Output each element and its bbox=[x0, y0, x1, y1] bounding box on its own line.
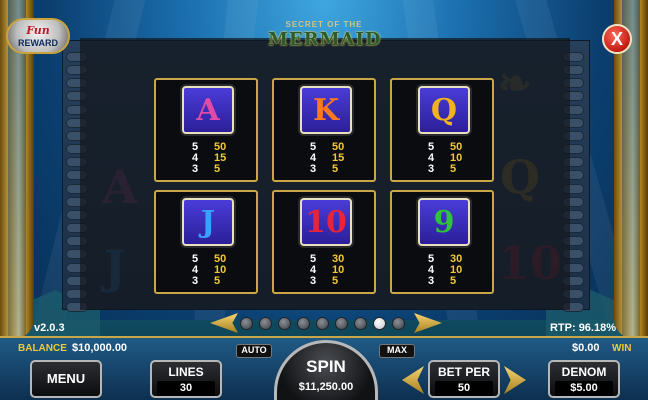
paytable-card: Q 5 50 4 10 3 5 bbox=[390, 78, 494, 182]
next-page-arrow-icon[interactable] bbox=[414, 313, 442, 333]
balance-label: BALANCE bbox=[18, 343, 67, 354]
payout-row: 35 bbox=[192, 276, 226, 287]
symbol-tile: K bbox=[300, 86, 352, 134]
page-dot[interactable] bbox=[297, 317, 310, 330]
lines-button[interactable]: LINES 30 bbox=[150, 360, 222, 398]
denomination-button[interactable]: DENOM $5.00 bbox=[548, 360, 620, 398]
page-dot[interactable] bbox=[316, 317, 329, 330]
payout-row: 35 bbox=[428, 164, 462, 175]
payout-amount: 5 bbox=[214, 275, 221, 287]
close-button[interactable]: X bbox=[602, 24, 632, 54]
auto-button[interactable]: AUTO bbox=[236, 344, 272, 358]
page-dot[interactable] bbox=[335, 317, 348, 330]
payout-table: 5 50 4 15 3 5 bbox=[192, 142, 226, 175]
payout-count: 3 bbox=[192, 163, 199, 175]
symbol-tile: A bbox=[182, 86, 234, 134]
paytable-pager bbox=[210, 313, 442, 333]
payout-count: 3 bbox=[310, 275, 317, 287]
page-dot[interactable] bbox=[392, 317, 405, 330]
payout-table: 5 50 4 10 3 5 bbox=[192, 254, 226, 287]
symbol-tile: J bbox=[182, 198, 234, 246]
page-dot[interactable] bbox=[259, 317, 272, 330]
game-logo-subtitle: SECRET OF THE bbox=[285, 20, 363, 29]
previous-page-arrow-icon[interactable] bbox=[210, 313, 238, 333]
rtp-label: RTP: 96.18% bbox=[549, 322, 616, 334]
win-label: WIN bbox=[612, 343, 632, 354]
paytable-card: A 5 50 4 15 3 5 bbox=[154, 78, 258, 182]
payout-table: 5 30 4 10 3 5 bbox=[310, 254, 344, 287]
symbol-label: J bbox=[200, 204, 216, 240]
balance-value: $10,000.00 bbox=[72, 342, 128, 354]
rewards-logo-subtext: REWARD bbox=[18, 38, 58, 48]
game-logo-title: MERMAID bbox=[268, 29, 382, 50]
symbol-label: Q bbox=[430, 92, 458, 128]
payout-amount: 5 bbox=[332, 163, 339, 175]
symbol-tile: 10 bbox=[300, 198, 352, 246]
win-value: $0.00 bbox=[572, 342, 600, 354]
payout-row: 35 bbox=[428, 276, 462, 287]
symbol-label: A bbox=[196, 92, 220, 128]
lines-value: 30 bbox=[157, 381, 215, 396]
paytable-card: K 5 50 4 15 3 5 bbox=[272, 78, 376, 182]
payout-amount: 5 bbox=[450, 275, 457, 287]
payout-amount: 5 bbox=[450, 163, 457, 175]
payout-table: 5 50 4 15 3 5 bbox=[310, 142, 344, 175]
symbol-label: 9 bbox=[433, 204, 455, 240]
payout-row: 35 bbox=[310, 276, 344, 287]
denom-label: DENOM bbox=[561, 365, 607, 379]
payout-row: 35 bbox=[192, 164, 226, 175]
page-dot[interactable] bbox=[278, 317, 291, 330]
bet-per-line-button[interactable]: BET PER 50 bbox=[428, 360, 500, 398]
payout-count: 3 bbox=[192, 275, 199, 287]
payout-amount: 5 bbox=[214, 163, 221, 175]
rewards-logo-text: Fun bbox=[26, 24, 50, 37]
payout-count: 3 bbox=[310, 163, 317, 175]
symbol-label: 10 bbox=[305, 204, 347, 240]
symbol-tile: 9 bbox=[418, 198, 470, 246]
bet-per-value: 50 bbox=[435, 381, 493, 396]
denom-value: $5.00 bbox=[555, 381, 613, 396]
bet-per-label: BET PER bbox=[437, 365, 490, 379]
spin-label: SPIN bbox=[306, 357, 346, 376]
max-bet-button[interactable]: MAX bbox=[379, 344, 415, 358]
payout-count: 3 bbox=[428, 275, 435, 287]
page-indicator-dots bbox=[240, 317, 405, 330]
page-dot[interactable] bbox=[240, 317, 253, 330]
symbol-tile: Q bbox=[418, 86, 470, 134]
paytable-card: 10 5 30 4 10 3 5 bbox=[272, 190, 376, 294]
payout-count: 3 bbox=[428, 163, 435, 175]
rewards-logo: Fun REWARD bbox=[6, 18, 70, 54]
payout-table: 5 30 4 10 3 5 bbox=[428, 254, 462, 287]
paytable-card: J 5 50 4 10 3 5 bbox=[154, 190, 258, 294]
payout-table: 5 50 4 10 3 5 bbox=[428, 142, 462, 175]
lines-label: LINES bbox=[168, 365, 204, 379]
payout-amount: 5 bbox=[332, 275, 339, 287]
payout-row: 35 bbox=[310, 164, 344, 175]
paytable-card: 9 5 30 4 10 3 5 bbox=[390, 190, 494, 294]
version-label: v2.0.3 bbox=[34, 322, 65, 334]
page-dot[interactable] bbox=[373, 317, 386, 330]
menu-button[interactable]: MENU bbox=[30, 360, 102, 398]
total-bet-value: $11,250.00 bbox=[298, 381, 354, 393]
game-logo: SECRET OF THE MERMAID bbox=[268, 20, 382, 54]
symbol-label: K bbox=[312, 92, 340, 128]
page-dot[interactable] bbox=[354, 317, 367, 330]
